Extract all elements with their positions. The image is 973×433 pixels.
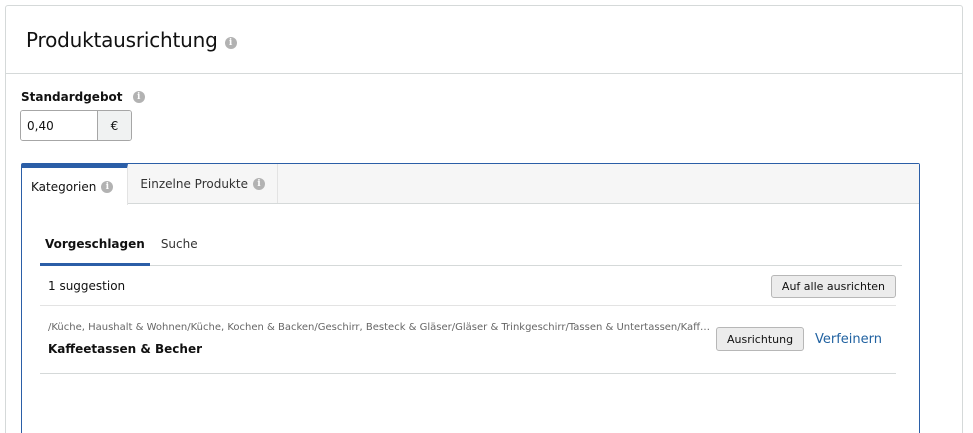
info-icon[interactable]: i [252, 177, 265, 190]
target-button[interactable]: Ausrichtung [716, 327, 805, 351]
suggestion-bar: 1 suggestion Auf alle ausrichten [40, 267, 896, 306]
default-bid-input[interactable] [21, 111, 97, 140]
category-path: /Küche, Haushalt & Wohnen/Küche, Kochen … [48, 322, 716, 333]
tab-individual-products-label: Einzelne Produkte [140, 176, 248, 191]
targeting-tabs: Kategorien i Einzelne Produkte i [22, 164, 919, 205]
info-icon[interactable]: i [101, 180, 114, 193]
default-bid-field: € [20, 110, 132, 141]
tab-categories-label: Kategorien [31, 179, 97, 194]
refine-link[interactable]: Verfeinern [815, 332, 882, 347]
targeting-container: Kategorien i Einzelne Produkte i Vorgesc… [21, 163, 920, 433]
default-bid-label-text: Standardgebot [21, 90, 123, 104]
category-name: Kaffeetassen & Becher [48, 342, 203, 356]
info-icon[interactable]: i [224, 36, 237, 49]
suggestion-count: 1 suggestion [48, 279, 126, 293]
currency-symbol: € [97, 111, 131, 140]
subtab-search[interactable]: Suche [156, 221, 203, 266]
target-all-button[interactable]: Auf alle ausrichten [770, 274, 896, 298]
tab-individual-products[interactable]: Einzelne Produkte i [128, 164, 278, 203]
page-title: Produktausrichtung [26, 27, 218, 52]
panel-header: Produktausrichtung i [6, 6, 962, 74]
default-bid-label: Standardgebot i [21, 90, 145, 104]
suggestion-subtabs: Vorgeschlagen Suche [40, 221, 902, 266]
subtab-suggested[interactable]: Vorgeschlagen [40, 221, 150, 266]
list-item: /Küche, Haushalt & Wohnen/Küche, Kochen … [40, 306, 896, 374]
tab-categories[interactable]: Kategorien i [22, 164, 129, 205]
info-icon[interactable]: i [132, 90, 145, 103]
